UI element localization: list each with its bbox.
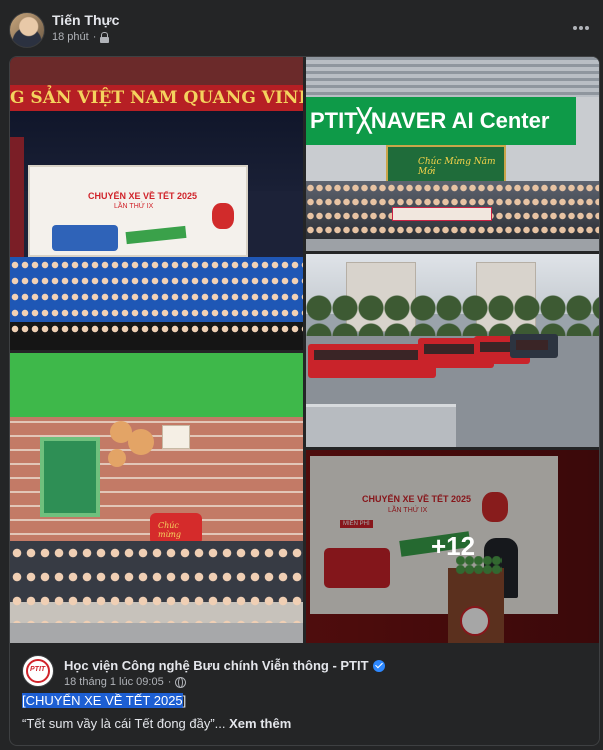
- building-sign: PTIT╳NAVER AI Center: [306, 97, 576, 145]
- building-facade: [306, 57, 599, 97]
- photo-decor: [306, 239, 599, 251]
- trees: [306, 294, 599, 339]
- page-avatar[interactable]: PTIT: [22, 655, 54, 687]
- photo-2[interactable]: PTIT╳NAVER AI Center Chúc Mừng Năm Mới: [306, 57, 599, 251]
- verified-badge-icon: [372, 659, 385, 672]
- page-logo-text: PTIT: [30, 666, 46, 673]
- more-options-button[interactable]: [569, 18, 593, 38]
- bus-graphic: [52, 225, 118, 251]
- shared-post[interactable]: G SẢN VIỆT NAM QUANG VINH MUÔN CHUYẾN XE…: [9, 56, 600, 746]
- page-name-row: Học viện Công nghệ Bưu chính Viễn thông …: [64, 658, 385, 673]
- more-horizontal-icon: [579, 26, 583, 30]
- photo-4[interactable]: Chúc mừng: [10, 353, 303, 643]
- board-text: Chúc Mừng Năm Mới: [418, 157, 496, 177]
- post-header: Tiến Thực 18 phút ·: [0, 0, 603, 56]
- window-decor: [40, 437, 100, 517]
- post-meta: 18 phút ·: [52, 31, 110, 43]
- globe-icon: [175, 676, 187, 688]
- lantern-graphic: [212, 203, 234, 229]
- green-wall: [10, 353, 303, 417]
- photo-decor: [10, 137, 24, 267]
- see-more-link[interactable]: Xem thêm: [229, 716, 291, 731]
- meta-separator: ·: [167, 676, 172, 688]
- meta-separator: ·: [92, 31, 97, 43]
- picture-frame: [162, 425, 190, 449]
- page-name[interactable]: Học viện Công nghệ Bưu chính Viễn thông …: [64, 658, 369, 673]
- photo-decor: [10, 57, 303, 85]
- photo-decor: [10, 335, 303, 350]
- shared-post-time[interactable]: 18 tháng 1 lúc 09:05: [64, 676, 164, 688]
- stage-banner-text: G SẢN VIỆT NAM QUANG VINH MUÔN: [10, 85, 303, 111]
- screen-title: CHUYẾN XE VỀ TẾT 2025: [88, 191, 198, 201]
- circle-decor: [128, 429, 154, 455]
- photo-decor: [10, 623, 303, 643]
- post-excerpt: “Tết sum vầy là cái Tết đong đầy”... Xem…: [22, 716, 291, 731]
- author-avatar[interactable]: [9, 12, 45, 48]
- more-photos-count[interactable]: +12: [306, 450, 599, 643]
- feed-post: Tiến Thực 18 phút · G SẢN VIỆT NAM QUANG…: [0, 0, 603, 750]
- screen-subtitle: LẦN THỨ IX: [114, 203, 154, 210]
- bracket-close: ]: [182, 693, 187, 708]
- stage-screen: CHUYẾN XE VỀ TẾT 2025 LẦN THỨ IX: [28, 165, 248, 257]
- more-horizontal-icon: [573, 26, 577, 30]
- bus: [308, 344, 436, 378]
- photo-1[interactable]: G SẢN VIỆT NAM QUANG VINH MUÔN CHUYẾN XE…: [10, 57, 303, 350]
- author-name[interactable]: Tiến Thực: [52, 12, 119, 28]
- photo-5-more[interactable]: CHUYẾN XE VỀ TẾT 2025 LẦN THỨ IX MIỄN PH…: [306, 450, 599, 643]
- wall: [306, 404, 456, 447]
- headline-text: CHUYỂN XE VỀ TẾT 2025: [25, 693, 183, 708]
- bus: [510, 334, 558, 358]
- photo-3[interactable]: [306, 254, 599, 447]
- sticker-text: Chúc mừng: [158, 521, 182, 539]
- excerpt-text: “Tết sum vầy là cái Tết đong đầy”...: [22, 716, 226, 731]
- more-horizontal-icon: [585, 26, 589, 30]
- post-time[interactable]: 18 phút: [52, 31, 89, 43]
- lock-icon[interactable]: [100, 31, 110, 43]
- streamer: [392, 207, 492, 221]
- post-headline: [CHUYỂN XE VỀ TẾT 2025]: [22, 693, 186, 708]
- shared-post-meta: 18 tháng 1 lúc 09:05 ·: [64, 676, 187, 688]
- circle-decor: [108, 449, 126, 467]
- shared-post-info: PTIT Học viện Công nghệ Bưu chính Viễn t…: [10, 646, 599, 745]
- ribbon-graphic: [125, 225, 187, 245]
